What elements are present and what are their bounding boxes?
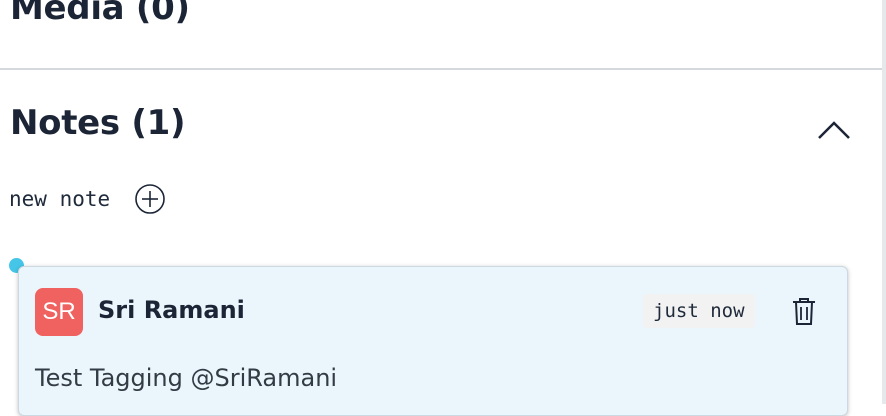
trash-icon: [793, 298, 815, 325]
delete-note-button[interactable]: [790, 297, 818, 327]
avatar: SR: [35, 288, 83, 336]
media-section-title: Media (0): [10, 0, 190, 28]
notes-section-title: Notes (1): [10, 103, 186, 143]
note-author: Sri Ramani: [98, 296, 245, 324]
section-divider: [0, 68, 882, 70]
note-card: SR Sri Ramani just now Test Tagging @Sri…: [18, 266, 848, 416]
new-note-button[interactable]: new note: [9, 182, 166, 216]
note-timestamp: just now: [643, 294, 755, 328]
scrollbar[interactable]: [882, 0, 886, 404]
plus-circle-icon: [135, 184, 165, 214]
new-note-label: new note: [9, 187, 111, 211]
chevron-up-icon: [818, 121, 850, 139]
note-text: Test Tagging @SriRamani: [35, 364, 338, 392]
collapse-notes-button[interactable]: [816, 116, 852, 144]
